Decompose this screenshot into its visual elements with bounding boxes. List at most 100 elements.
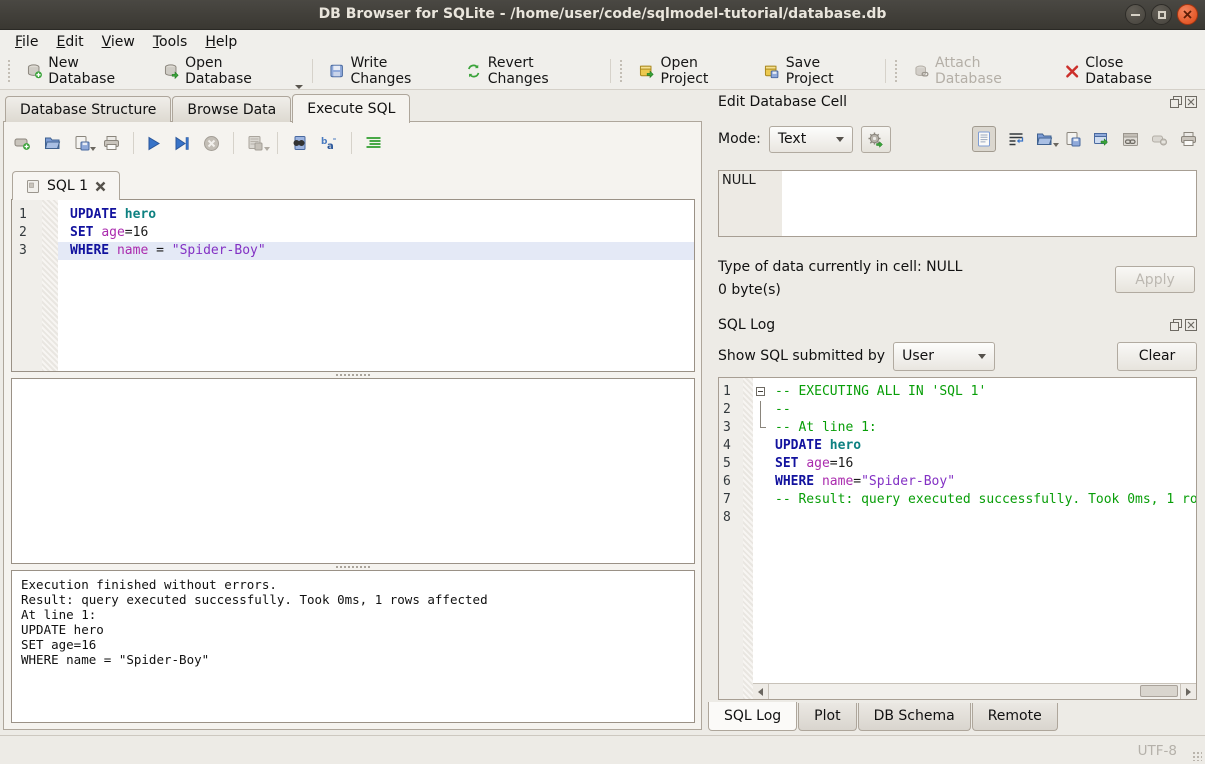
write-changes-button[interactable]: Write Changes: [320, 50, 457, 92]
open-sql-file-button[interactable]: [44, 135, 61, 151]
word-wrap-button[interactable]: [1008, 132, 1024, 146]
maximize-icon: [1158, 11, 1166, 19]
close-dock-button[interactable]: [1185, 319, 1197, 331]
format-sql-icon: [365, 136, 382, 150]
resize-grip[interactable]: [1192, 751, 1202, 761]
menu-help[interactable]: Help: [196, 32, 246, 52]
toolbar-grip[interactable]: [8, 60, 12, 82]
sql1-tab[interactable]: SQL 1: [12, 171, 120, 200]
find-button[interactable]: [291, 135, 307, 151]
title-bar[interactable]: DB Browser for SQLite - /home/user/code/…: [0, 0, 1205, 30]
save-project-button[interactable]: Save Project: [755, 50, 877, 92]
log-line-4: UPDATE hero: [753, 437, 1196, 455]
dock-tab-plot[interactable]: Plot: [798, 703, 856, 731]
float-dock-button[interactable]: [1170, 96, 1182, 108]
code-line-3-current: WHERE name = "Spider-Boy": [58, 242, 694, 260]
cell-null-value: NULL: [719, 171, 782, 236]
fold-collapse-icon[interactable]: [756, 387, 765, 396]
save-sql-file-button[interactable]: [74, 135, 90, 151]
tab-browse-data[interactable]: Browse Data: [172, 96, 291, 122]
import-dropdown-icon[interactable]: [1053, 143, 1059, 147]
log-content[interactable]: -- EXECUTING ALL IN 'SQL 1' -- -- At lin…: [753, 378, 1196, 699]
attach-database-button: Attach Database: [905, 50, 1056, 92]
scroll-thumb[interactable]: [1140, 685, 1178, 697]
import-cell-data-button[interactable]: [1036, 131, 1053, 147]
chevron-down-icon: [978, 354, 986, 359]
gear-icon: [867, 131, 884, 148]
save-file-dropdown-icon[interactable]: [90, 147, 96, 151]
dock-tab-sql-log[interactable]: SQL Log: [708, 702, 797, 731]
maximize-button[interactable]: [1151, 4, 1172, 25]
submitter-select[interactable]: User: [893, 342, 995, 371]
text-document-icon: [977, 131, 991, 147]
tab-execute-sql[interactable]: Execute SQL: [292, 94, 410, 123]
import-settings-button[interactable]: [861, 126, 891, 153]
dock-tab-remote[interactable]: Remote: [972, 703, 1058, 731]
left-pane: Database Structure Browse Data Execute S…: [0, 90, 706, 735]
mode-select[interactable]: Text: [769, 126, 853, 153]
close-tab-icon[interactable]: [95, 181, 106, 192]
apply-button: Apply: [1115, 266, 1195, 293]
window-controls: [1125, 4, 1198, 25]
menu-file[interactable]: File: [6, 32, 47, 52]
auto-complete-button[interactable]: b a: [320, 135, 338, 151]
scroll-left-button[interactable]: [753, 684, 769, 699]
log-horizontal-scrollbar[interactable]: [753, 683, 1196, 699]
minimize-button[interactable]: [1125, 4, 1146, 25]
open-database-button[interactable]: Open Database: [155, 50, 305, 92]
tab-database-structure[interactable]: Database Structure: [5, 96, 171, 122]
open-in-external-app-button[interactable]: [1093, 132, 1110, 147]
revert-changes-button[interactable]: Revert Changes: [457, 50, 603, 92]
new-sql-tab-button[interactable]: [14, 135, 31, 151]
open-database-icon: [164, 63, 179, 79]
execution-status-panel[interactable]: Execution finished without errors. Resul…: [11, 570, 695, 723]
results-grid[interactable]: [11, 378, 695, 564]
log-line-5: SET age=16: [753, 455, 1196, 473]
new-database-button[interactable]: New Database: [18, 50, 155, 92]
open-database-dropdown-icon[interactable]: [295, 85, 303, 89]
sql-editor-toolbar: b a: [4, 122, 701, 164]
close-database-button[interactable]: Close Database: [1056, 50, 1199, 92]
main-tab-bar: Database Structure Browse Data Execute S…: [5, 95, 411, 122]
scroll-left-icon: [758, 688, 763, 696]
log-line-6: WHERE name = "Spider-Boy": [753, 473, 1196, 491]
toolbar-grip[interactable]: [620, 60, 624, 82]
execute-line-button[interactable]: [174, 136, 190, 151]
cell-content[interactable]: [782, 171, 1196, 236]
code-line-1: UPDATE hero: [58, 206, 694, 224]
format-sql-button[interactable]: [365, 136, 382, 150]
cell-size-info: 0 byte(s): [718, 282, 781, 298]
toolbar-grip[interactable]: [895, 60, 899, 82]
log-line-numbers: 1 2 3 4 5 6 7 8: [719, 378, 743, 699]
execution-status-text: Execution finished without errors. Resul…: [21, 577, 685, 667]
close-dock-button[interactable]: [1185, 96, 1197, 108]
dock-tab-db-schema[interactable]: DB Schema: [858, 703, 971, 731]
scroll-right-button[interactable]: [1180, 684, 1196, 699]
log-line-2: --: [753, 401, 1196, 419]
sql-editor[interactable]: 1 2 3 UPDATE hero SET age=16 WHERE name …: [11, 199, 695, 372]
open-project-button[interactable]: Open Project: [630, 50, 755, 92]
float-dock-button[interactable]: [1170, 319, 1182, 331]
export-cell-data-button[interactable]: [1065, 131, 1081, 147]
execute-all-button[interactable]: [147, 136, 161, 151]
encoding-indicator[interactable]: UTF-8: [1138, 743, 1177, 759]
clear-log-button[interactable]: Clear: [1117, 342, 1197, 371]
revert-changes-icon: [466, 63, 481, 79]
toolbar-separator: [233, 132, 234, 154]
sql-log-view[interactable]: 1 2 3 4 5 6 7 8 -- EXECUTING ALL IN 'SQL…: [718, 377, 1197, 700]
print-sql-button[interactable]: [103, 135, 120, 151]
cell-editor-area[interactable]: NULL: [718, 170, 1197, 237]
menu-view[interactable]: View: [93, 32, 144, 52]
close-button[interactable]: [1177, 4, 1198, 25]
set-null-button: [1151, 133, 1168, 146]
save-project-icon: [764, 63, 779, 79]
menu-tools[interactable]: Tools: [144, 32, 197, 52]
text-view-button[interactable]: [972, 126, 996, 152]
menu-edit[interactable]: Edit: [47, 32, 92, 52]
chevron-down-icon: [836, 137, 844, 142]
editor-code-area[interactable]: UPDATE hero SET age=16 WHERE name = "Spi…: [58, 200, 694, 371]
scroll-track[interactable]: [769, 684, 1180, 699]
save-file-icon: [1065, 131, 1081, 147]
fold-line-end: [760, 419, 766, 428]
print-cell-button[interactable]: [1180, 131, 1197, 147]
